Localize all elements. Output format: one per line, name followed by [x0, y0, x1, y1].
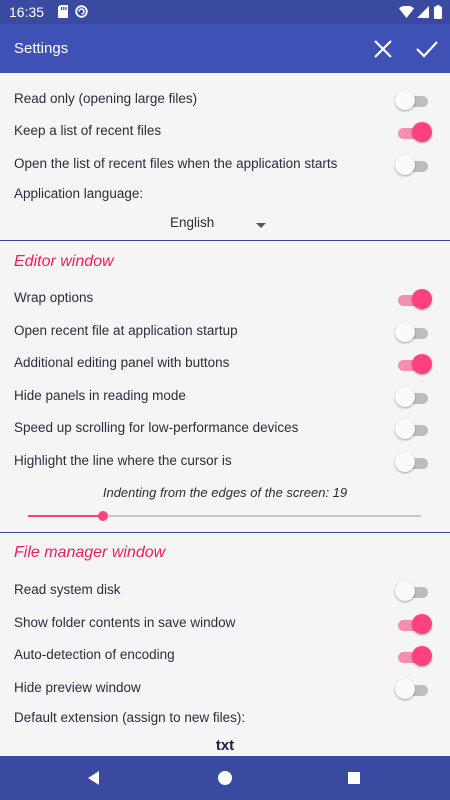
language-label: Application language: — [14, 186, 144, 201]
setting-label: Highlight the line where the cursor is — [14, 453, 232, 468]
setting-label: Wrap options — [14, 290, 94, 305]
slider-fill — [28, 515, 103, 517]
sd-card-icon — [58, 5, 68, 18]
setting-auto-encoding[interactable]: Auto-detection of encoding — [0, 641, 450, 671]
setting-label: Additional editing panel with buttons — [14, 355, 230, 370]
recent-list-switch[interactable] — [395, 122, 433, 142]
setting-label: Show folder contents in save window — [14, 615, 236, 630]
setting-label: Keep a list of recent files — [14, 123, 162, 138]
setting-label: Auto-detection of encoding — [14, 647, 175, 662]
setting-read-only[interactable]: Read only (opening large files) — [0, 85, 450, 115]
speed-scroll-switch[interactable] — [395, 419, 433, 439]
language-value: English — [170, 215, 215, 230]
setting-open-recent-file[interactable]: Open recent file at application startup — [0, 317, 450, 347]
section-divider — [0, 532, 450, 533]
section-title-file-manager: File manager window — [14, 544, 166, 561]
app-bar: Settings — [0, 24, 450, 73]
status-time: 16:35 — [9, 4, 45, 20]
page-title: Settings — [14, 40, 69, 57]
setting-hide-panels[interactable]: Hide panels in reading mode — [0, 382, 450, 412]
signal-icon — [417, 6, 429, 18]
read-only-switch[interactable] — [395, 90, 433, 110]
open-recent-file-switch[interactable] — [395, 322, 433, 342]
setting-label: Open the list of recent files when the a… — [14, 156, 338, 171]
setting-language: Application language: — [0, 180, 450, 210]
setting-label: Open recent file at application startup — [14, 323, 238, 338]
auto-encoding-switch[interactable] — [395, 646, 433, 666]
indent-label: Indenting from the edges of the screen: … — [102, 485, 348, 500]
dropdown-arrow-icon — [256, 223, 266, 228]
close-icon[interactable] — [370, 36, 396, 62]
section-title-editor: Editor window — [14, 253, 114, 270]
system-disk-switch[interactable] — [395, 581, 433, 601]
default-extension-value[interactable]: txt — [0, 737, 450, 754]
indent-slider[interactable] — [28, 508, 421, 524]
language-dropdown[interactable]: English — [170, 213, 270, 239]
setting-highlight-line[interactable]: Highlight the line where the cursor is — [0, 447, 450, 477]
settings-list: Read only (opening large files) Keep a l… — [0, 73, 450, 756]
hide-panels-switch[interactable] — [395, 387, 433, 407]
setting-label: Read only (opening large files) — [14, 91, 198, 106]
home-icon[interactable] — [215, 768, 235, 788]
recents-icon[interactable] — [344, 768, 364, 788]
setting-folder-contents[interactable]: Show folder contents in save window — [0, 609, 450, 639]
folder-contents-switch[interactable] — [395, 614, 433, 634]
sync-icon — [75, 5, 88, 18]
wrap-switch[interactable] — [395, 289, 433, 309]
setting-label: Hide panels in reading mode — [14, 388, 186, 403]
setting-label: Hide preview window — [14, 680, 141, 695]
setting-recent-list[interactable]: Keep a list of recent files — [0, 117, 450, 147]
setting-editing-panel[interactable]: Additional editing panel with buttons — [0, 349, 450, 379]
status-bar: 16:35 — [0, 0, 450, 24]
back-icon[interactable] — [84, 768, 104, 788]
setting-hide-preview[interactable]: Hide preview window — [0, 674, 450, 704]
setting-label: Read system disk — [14, 582, 121, 597]
setting-default-extension: Default extension (assign to new files): — [0, 704, 450, 734]
slider-handle[interactable] — [97, 511, 108, 521]
editing-panel-switch[interactable] — [395, 354, 433, 374]
setting-speed-scroll[interactable]: Speed up scrolling for low-performance d… — [0, 414, 450, 444]
highlight-line-switch[interactable] — [395, 452, 433, 472]
hide-preview-switch[interactable] — [395, 679, 433, 699]
wifi-icon — [399, 6, 414, 18]
setting-open-recent-on-start[interactable]: Open the list of recent files when the a… — [0, 150, 450, 180]
section-divider — [0, 240, 450, 241]
setting-wrap[interactable]: Wrap options — [0, 284, 450, 314]
default-extension-label: Default extension (assign to new files): — [14, 710, 246, 725]
setting-system-disk[interactable]: Read system disk — [0, 576, 450, 606]
setting-label: Speed up scrolling for low-performance d… — [14, 420, 299, 435]
check-icon[interactable] — [414, 36, 440, 62]
open-recent-on-start-switch[interactable] — [395, 155, 433, 175]
battery-icon — [434, 5, 442, 19]
navigation-bar — [0, 756, 450, 800]
